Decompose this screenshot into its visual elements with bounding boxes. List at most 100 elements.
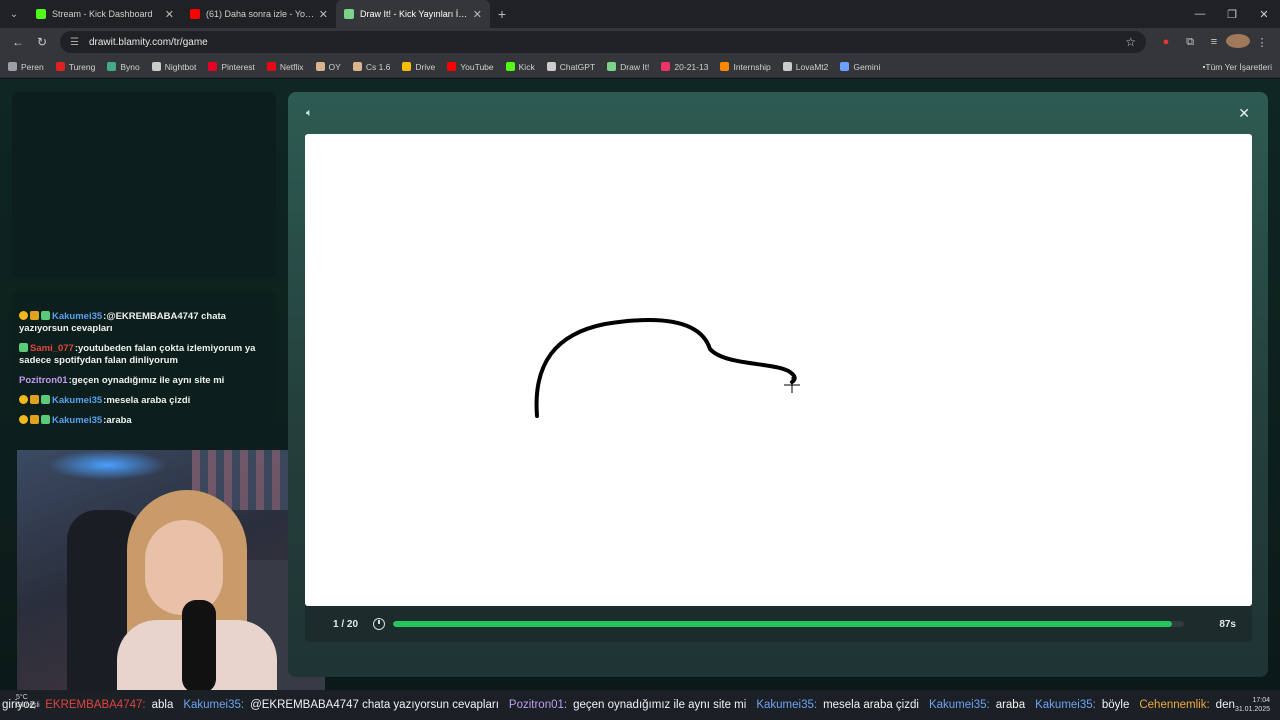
chat-text: :@EKREMBABA4747 chata yazıyorsun cevapla… bbox=[19, 311, 226, 334]
stream-preview bbox=[12, 92, 276, 278]
gold-badge-icon bbox=[19, 311, 28, 320]
close-window-icon[interactable]: ✕ bbox=[1248, 8, 1280, 21]
bookmark-label: Gemini bbox=[853, 61, 881, 72]
bookmark-item[interactable]: Cs 1.6 bbox=[352, 62, 390, 72]
bookmark-item[interactable]: Kick bbox=[505, 62, 535, 72]
bookmark-label: Netflix bbox=[279, 61, 304, 72]
bookmark-label: Nightbot bbox=[164, 61, 197, 72]
bookmark-item[interactable]: ChatGPT bbox=[546, 61, 596, 72]
bookmark-item[interactable]: OY bbox=[315, 62, 341, 72]
bookmark-label: Tureng bbox=[68, 61, 96, 72]
taskbar: 5°C Güneşli giriyoz EKREMBABA4747: abla Kak… bbox=[0, 690, 1280, 720]
ticker-message: abla bbox=[151, 699, 174, 711]
address-bar-row: ← ↻ ☰ drawit.blamity.com/tr/game ☆ ● ⧉ ≡… bbox=[0, 28, 1280, 56]
ticker-message: mesela araba çizdi bbox=[823, 699, 919, 711]
game-page: Kakumei35:@EKREMBABA4747 chata yazıyorsu… bbox=[0, 79, 1280, 693]
extensions-icon[interactable]: ⧉ bbox=[1178, 36, 1202, 49]
green-badge-icon bbox=[41, 395, 50, 404]
ticker-message: geçen oynadığımız ile aynı site mi bbox=[573, 699, 747, 711]
crown-badge-icon bbox=[30, 395, 39, 404]
close-tab-icon[interactable]: ✕ bbox=[165, 8, 174, 21]
bookmark-item[interactable]: Peren bbox=[8, 62, 44, 72]
bookmark-item[interactable]: Internship bbox=[720, 62, 771, 72]
bookmark-item[interactable]: 20-21-13 bbox=[661, 62, 708, 72]
bookmark-label: ChatGPT bbox=[559, 61, 596, 72]
extension-red-icon[interactable]: ● bbox=[1154, 36, 1178, 48]
chat-message: Sami_077:youtubeden falan çokta izlemiyo… bbox=[19, 343, 270, 367]
bookmark-favicon-icon bbox=[447, 62, 457, 71]
site-info-icon[interactable]: ☰ bbox=[70, 37, 79, 48]
chat-username[interactable]: Sami_077 bbox=[30, 343, 74, 354]
drawing-canvas[interactable] bbox=[305, 134, 1252, 606]
new-tab-button[interactable]: + bbox=[490, 6, 514, 22]
tab-title: Draw It! - Kick Yayınları İçin Çiz bbox=[360, 9, 469, 19]
bookmark-favicon-icon bbox=[8, 62, 17, 71]
ticker-username: Kakumei35: bbox=[928, 699, 990, 711]
bookmark-favicon-icon bbox=[607, 62, 617, 71]
bookmark-favicon-icon bbox=[352, 62, 362, 71]
crown-badge-icon bbox=[30, 415, 39, 424]
chat-username[interactable]: Pozitron01 bbox=[19, 375, 68, 386]
bookmark-item[interactable]: Netflix bbox=[266, 61, 304, 72]
bookmark-item[interactable]: Tureng bbox=[55, 61, 96, 72]
close-tab-icon[interactable]: ✕ bbox=[319, 8, 328, 21]
close-icon[interactable]: ✕ bbox=[1238, 105, 1250, 122]
tab-title: (61) Daha sonra izle - YouTube bbox=[206, 9, 315, 19]
back-icon[interactable]: ← bbox=[6, 35, 30, 49]
time-progress-bar bbox=[393, 621, 1184, 627]
chat-panel: Kakumei35:@EKREMBABA4747 chata yazıyorsu… bbox=[12, 291, 276, 451]
weather-widget[interactable]: 5°C Güneşli bbox=[16, 694, 40, 710]
game-modal: 🔈︎ ✕ 1 / 20 87s bbox=[288, 92, 1268, 677]
kick-icon bbox=[36, 9, 46, 19]
bookmark-item[interactable]: Draw It! bbox=[607, 62, 649, 72]
webcam-overlay bbox=[17, 450, 325, 693]
bookmark-item[interactable]: YouTube bbox=[447, 62, 494, 72]
drawing-stroke bbox=[534, 318, 797, 418]
ticker-username: Kakumei35: bbox=[183, 699, 245, 711]
bookmark-item[interactable]: Gemini bbox=[840, 62, 880, 72]
tab-kick-dashboard[interactable]: Stream - Kick Dashboard ✕ bbox=[28, 0, 182, 28]
chat-text: :mesela araba çizdi bbox=[103, 395, 191, 406]
bookmark-favicon-icon bbox=[208, 62, 218, 71]
chat-message: Pozitron01:geçen oynadığımız ile aynı si… bbox=[19, 375, 270, 387]
ticker-message: @EKREMBABA4747 chata yazıyorsun cevaplar… bbox=[250, 699, 499, 711]
reload-icon[interactable]: ↻ bbox=[30, 35, 54, 49]
bookmark-favicon-icon bbox=[840, 62, 850, 71]
chat-text: :geçen oynadığımız ile aynı site mi bbox=[68, 375, 225, 386]
omnibox[interactable]: ☰ drawit.blamity.com/tr/game ☆ bbox=[60, 31, 1146, 53]
clock-time: 17:04 bbox=[1252, 697, 1270, 704]
bookmark-favicon-icon bbox=[402, 62, 412, 71]
crosshair-cursor-icon bbox=[784, 377, 800, 393]
chat-username[interactable]: Kakumei35 bbox=[52, 311, 102, 322]
restore-icon[interactable]: ❐ bbox=[1216, 8, 1248, 21]
drawit-icon bbox=[344, 9, 354, 19]
ticker-message: böyle bbox=[1101, 699, 1130, 711]
url-text: drawit.blamity.com/tr/game bbox=[88, 36, 208, 48]
bookmark-star-icon[interactable]: ☆ bbox=[1125, 35, 1136, 49]
close-tab-icon[interactable]: ✕ bbox=[473, 8, 482, 21]
gold-badge-icon bbox=[19, 415, 28, 424]
menu-icon[interactable]: ⋮ bbox=[1250, 36, 1274, 49]
bookmark-item[interactable]: Nightbot bbox=[151, 61, 197, 72]
bookmark-item[interactable]: Drive bbox=[402, 62, 435, 72]
tab-search-icon[interactable]: ⌄ bbox=[0, 0, 28, 28]
tab-youtube[interactable]: (61) Daha sonra izle - YouTube ✕ bbox=[182, 0, 336, 28]
profile-avatar[interactable] bbox=[1226, 33, 1250, 51]
reading-list-icon[interactable]: ≡ bbox=[1202, 36, 1226, 48]
bookmark-item[interactable]: LovaMt2 bbox=[782, 62, 828, 72]
minimize-icon[interactable]: — bbox=[1184, 8, 1216, 21]
tab-drawit[interactable]: Draw It! - Kick Yayınları İçin Çiz ✕ bbox=[336, 0, 490, 28]
crown-badge-icon bbox=[30, 311, 39, 320]
chat-username[interactable]: Kakumei35 bbox=[52, 415, 102, 426]
all-bookmarks[interactable]: Tüm Yer İşaretleri bbox=[1203, 62, 1272, 72]
bookmark-item[interactable]: Pinterest bbox=[208, 62, 255, 72]
bookmark-favicon-icon bbox=[546, 62, 556, 71]
sound-icon[interactable]: 🔈︎ bbox=[306, 107, 320, 121]
ticker-username: EKREMBABA4747: bbox=[45, 699, 146, 711]
bookmark-favicon-icon bbox=[720, 62, 730, 71]
time-progress-fill bbox=[393, 621, 1173, 627]
chat-message: Kakumei35:mesela araba çizdi bbox=[19, 395, 270, 407]
system-tray[interactable]: 17:04 31.01.2025 bbox=[1235, 696, 1280, 714]
chat-username[interactable]: Kakumei35 bbox=[52, 395, 102, 406]
bookmark-item[interactable]: Byno bbox=[107, 62, 140, 72]
